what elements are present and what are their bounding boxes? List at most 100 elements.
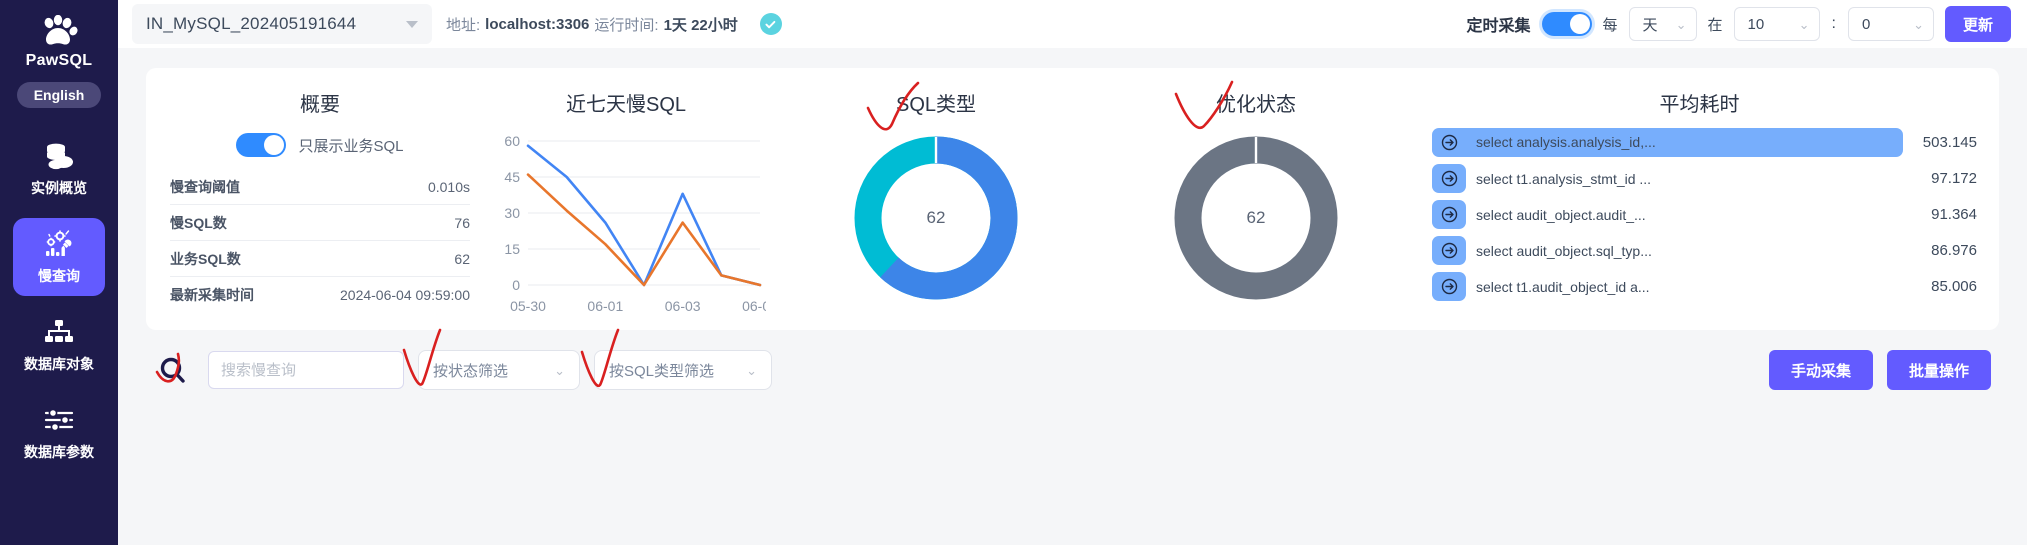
connection-meta: 地址: localhost:3306 运行时间: 1天 22小时 (446, 14, 738, 35)
overview-list: 慢查询阈值 0.010s 慢SQL数 76 业务SQL数 62 最新采集时间 (170, 169, 470, 313)
avg-duration-value: 503.145 (1903, 134, 1977, 151)
svg-text:0: 0 (512, 277, 520, 293)
sidebar-item-label: 慢查询 (38, 266, 80, 286)
minute-value: 0 (1862, 16, 1870, 33)
slow-sql-trend-title: 近七天慢SQL (566, 88, 686, 117)
avg-duration-row[interactable]: select t1.audit_object_id a...85.006 (1432, 271, 1977, 302)
magnifier-icon[interactable] (154, 350, 194, 390)
arrow-right-circle-icon[interactable] (1432, 272, 1466, 301)
opt-status-center-value: 62 (1167, 129, 1345, 307)
period-select[interactable]: 天 ⌄ (1629, 7, 1697, 41)
sqltype-filter-wrap: 按SQL类型筛选 ⌄ (594, 350, 772, 390)
overview-row: 业务SQL数 62 (170, 241, 470, 277)
chevron-down-icon: ⌄ (554, 364, 565, 377)
overview-row-value: 76 (454, 215, 470, 231)
line-chart: 01530456005-3006-0106-0306-05 (486, 127, 766, 332)
overview-title: 概要 (300, 88, 340, 117)
overview-row-value: 62 (454, 251, 470, 267)
svg-text:45: 45 (504, 169, 520, 185)
brand: PawSQL (26, 14, 93, 70)
dashboard-card: 概要 只展示业务SQL 慢查询阈值 0.010s 慢SQL数 76 (146, 68, 1999, 330)
business-sql-toggle[interactable] (236, 133, 286, 157)
status-filter-label: 按状态筛选 (433, 360, 508, 381)
toggle-knob (1570, 14, 1590, 34)
every-label: 每 (1603, 14, 1618, 35)
overview-row-key: 慢查询阈值 (170, 177, 240, 197)
avg-duration-value: 91.364 (1903, 206, 1977, 223)
brand-name: PawSQL (26, 52, 93, 70)
arrow-right-circle-icon[interactable] (1432, 200, 1466, 229)
opt-status-title: 优化状态 (1216, 88, 1296, 117)
avg-duration-list: select analysis.analysis_id,...503.145se… (1422, 127, 1977, 302)
update-button[interactable]: 更新 (1945, 6, 2011, 42)
avg-duration-value: 85.006 (1903, 278, 1977, 295)
chevron-down-icon: ⌄ (1913, 18, 1924, 31)
period-value: 天 (1643, 14, 1658, 35)
database-icon (42, 141, 76, 171)
opt-status-donut: 62 (1167, 129, 1345, 307)
filter-toolbar: 按状态筛选 ⌄ 按SQL类型筛选 ⌄ 手动采集 批量操作 (146, 330, 1999, 410)
sidebar-item-label: 数据库对象 (24, 354, 94, 374)
sidebar-item-database-params[interactable]: 数据库参数 (13, 394, 105, 472)
app-root: PawSQL English 实例概览 (0, 0, 2027, 545)
content: 概要 只展示业务SQL 慢查询阈值 0.010s 慢SQL数 76 (118, 48, 2027, 545)
avg-duration-row[interactable]: select audit_object.audit_...91.364 (1432, 199, 1977, 230)
arrow-right-circle-icon[interactable] (1432, 164, 1466, 193)
sliders-icon (42, 405, 76, 435)
svg-text:05-30: 05-30 (510, 298, 546, 314)
sql-type-center-value: 62 (847, 129, 1025, 307)
arrow-right-circle-icon[interactable] (1432, 128, 1466, 157)
instance-select[interactable]: IN_MySQL_202405191644 (132, 4, 432, 44)
arrow-right-circle-icon[interactable] (1432, 236, 1466, 265)
avg-duration-value: 86.976 (1903, 242, 1977, 259)
hour-select[interactable]: 10 ⌄ (1734, 7, 1820, 41)
sql-type-donut: 62 (847, 129, 1025, 307)
topbar: IN_MySQL_202405191644 地址: localhost:3306… (118, 0, 2027, 48)
schedule-controls: 定时采集 每 天 ⌄ 在 10 ⌄ : 0 ⌄ 更新 (1466, 6, 2011, 42)
opt-status-panel: 优化状态 62 (1096, 78, 1416, 330)
svg-text:15: 15 (504, 241, 520, 257)
sql-type-panel: SQL类型 62 (776, 78, 1096, 330)
avg-duration-row[interactable]: select t1.analysis_stmt_id ...97.172 (1432, 163, 1977, 194)
search-input[interactable] (208, 351, 404, 389)
overview-row-key: 业务SQL数 (170, 249, 241, 269)
uptime-value: 1天 22小时 (664, 14, 738, 35)
avg-duration-sql: select audit_object.sql_typ... (1466, 243, 1903, 259)
status-filter-select[interactable]: 按状态筛选 ⌄ (418, 350, 580, 390)
chevron-down-icon: ⌄ (746, 364, 757, 377)
status-filter-wrap: 按状态筛选 ⌄ (418, 350, 580, 390)
overview-row-key: 慢SQL数 (170, 213, 227, 233)
sitemap-icon (42, 317, 76, 347)
avg-duration-row[interactable]: select audit_object.sql_typ...86.976 (1432, 235, 1977, 266)
sql-type-title: SQL类型 (896, 88, 976, 117)
sqltype-filter-select[interactable]: 按SQL类型筛选 ⌄ (594, 350, 772, 390)
svg-text:30: 30 (504, 205, 520, 221)
avg-duration-sql: select t1.analysis_stmt_id ... (1466, 171, 1903, 187)
batch-ops-button[interactable]: 批量操作 (1887, 350, 1991, 390)
hour-value: 10 (1748, 16, 1765, 33)
business-sql-toggle-label: 只展示业务SQL (298, 135, 403, 156)
avg-duration-sql: select analysis.analysis_id,... (1466, 128, 1903, 157)
avg-duration-sql: select audit_object.audit_... (1466, 207, 1903, 223)
avg-duration-panel: 平均耗时 select analysis.analysis_id,...503.… (1416, 78, 1999, 330)
overview-row-value: 0.010s (428, 179, 470, 195)
uptime-label: 运行时间: (594, 14, 658, 35)
minute-select[interactable]: 0 ⌄ (1848, 7, 1934, 41)
sidebar-item-database-objects[interactable]: 数据库对象 (13, 306, 105, 384)
manual-collect-button[interactable]: 手动采集 (1769, 350, 1873, 390)
chevron-down-icon (406, 21, 418, 28)
schedule-toggle[interactable] (1542, 12, 1592, 36)
business-sql-toggle-row: 只展示业务SQL (236, 133, 403, 157)
sidebar-item-instance-overview[interactable]: 实例概览 (13, 130, 105, 208)
sidebar-item-label: 数据库参数 (24, 442, 94, 462)
svg-text:06-03: 06-03 (665, 298, 701, 314)
overview-row: 最新采集时间 2024-06-04 09:59:00 (170, 277, 470, 313)
chevron-down-icon: ⌄ (1676, 18, 1687, 31)
instance-select-value: IN_MySQL_202405191644 (146, 14, 356, 34)
avg-duration-row[interactable]: select analysis.analysis_id,...503.145 (1432, 127, 1977, 158)
sidebar-item-slow-query[interactable]: 慢查询 (13, 218, 105, 296)
time-colon: : (1831, 15, 1837, 33)
check-circle-icon (760, 13, 782, 35)
language-toggle[interactable]: English (17, 82, 102, 108)
slow-query-icon (42, 229, 76, 259)
